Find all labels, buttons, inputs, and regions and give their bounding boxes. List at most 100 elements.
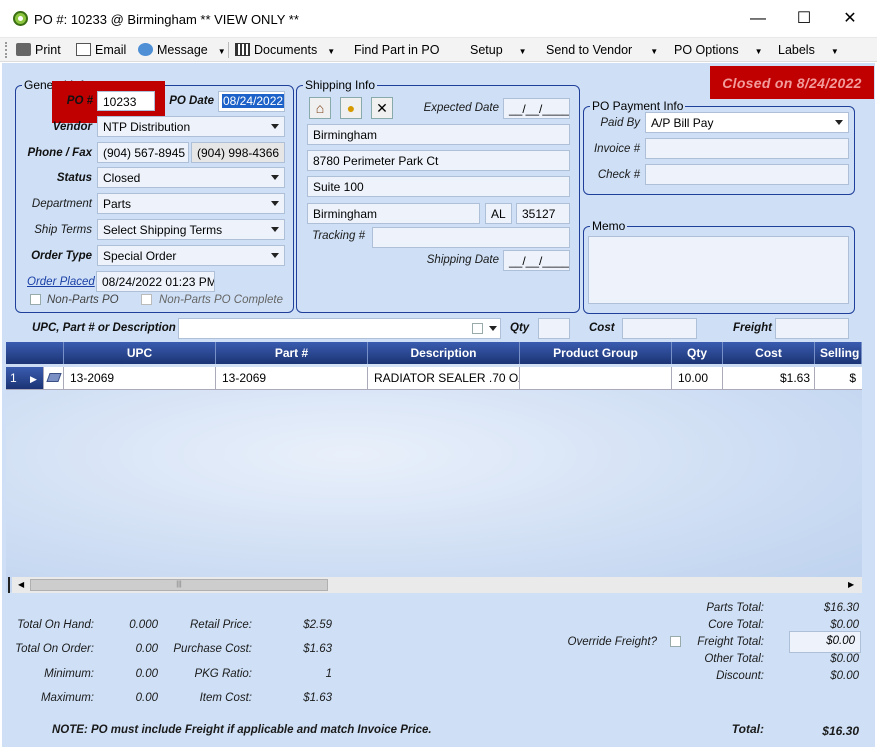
print-button[interactable]: Print [16, 43, 61, 57]
shipping-date-label: Shipping Date [426, 254, 499, 266]
freight-label: Freight [733, 322, 772, 334]
clear-address-button[interactable]: ✕ [371, 97, 393, 119]
upc-search-input[interactable] [178, 318, 501, 339]
department-select[interactable]: Parts [97, 193, 285, 214]
qty-input[interactable] [538, 318, 570, 339]
non-parts-po-checkbox[interactable] [30, 294, 41, 305]
memo-legend: Memo [592, 219, 626, 233]
cost-input[interactable] [622, 318, 697, 339]
expected-date-field[interactable]: __/__/____ [503, 98, 570, 119]
column-header-part[interactable]: Part # [216, 342, 368, 364]
house-icon: ⌂ [315, 100, 325, 116]
cell-upc[interactable]: 13-2069 [64, 367, 216, 390]
toolbar-separator [228, 42, 229, 58]
ship-name-field[interactable]: Birmingham [307, 124, 570, 145]
po-number-label: PO # [66, 95, 93, 107]
ship-city-field[interactable]: Birmingham [307, 203, 480, 224]
row-item-icon[interactable] [44, 367, 64, 390]
maximum-label: Maximum: [40, 692, 94, 704]
total-label: Total: [731, 722, 764, 736]
status-select[interactable]: Closed [97, 167, 285, 188]
documents-button[interactable]: Documents ▼ [235, 43, 335, 57]
row-indicator[interactable]: 1 ▶ [6, 367, 44, 390]
shipping-info-legend: Shipping Info [305, 78, 376, 92]
grid-row-selector-header [6, 342, 64, 364]
status-label: Status [56, 172, 92, 184]
ship-address1-field[interactable]: 8780 Perimeter Park Ct [307, 150, 570, 171]
scrollbar-thumb[interactable]: ||| [30, 579, 328, 591]
order-type-select[interactable]: Special Order [97, 245, 285, 266]
cell-qty[interactable]: 10.00 [672, 367, 723, 390]
retail-price-value: $2.59 [303, 619, 332, 631]
memo-textarea[interactable] [588, 236, 849, 304]
order-placed-field[interactable]: 08/24/2022 01:23 PM [96, 271, 215, 292]
phone-field[interactable]: (904) 567-8945 [97, 142, 189, 163]
column-header-description[interactable]: Description [368, 342, 520, 364]
close-button[interactable]: ✕ [838, 8, 862, 30]
order-placed-link[interactable]: Order Placed [27, 276, 95, 288]
scroll-left-icon[interactable]: ◀ [18, 580, 24, 589]
non-parts-po-complete-checkbox[interactable] [141, 294, 152, 305]
po-options-menu[interactable]: PO Options ▼ [674, 43, 763, 57]
po-number-field[interactable]: 10233 [97, 91, 155, 111]
column-header-qty[interactable]: Qty [672, 342, 723, 364]
person-icon: ● [346, 100, 356, 116]
closed-status-banner: Closed on 8/24/2022 [710, 66, 874, 99]
item-cost-label: Item Cost: [199, 692, 252, 704]
vendor-select[interactable]: NTP Distribution [97, 116, 285, 137]
ship-state-field[interactable]: AL [485, 203, 512, 224]
scroll-right-icon[interactable]: ▶ [848, 580, 854, 589]
contact-address-button[interactable]: ● [340, 97, 362, 119]
override-freight-label: Override Freight? [567, 636, 657, 648]
order-type-label: Order Type [31, 250, 92, 262]
paid-by-select[interactable]: A/P Bill Pay [645, 112, 849, 133]
column-header-cost[interactable]: Cost [723, 342, 815, 364]
shipping-date-field[interactable]: __/__/____ [503, 250, 570, 271]
labels-menu[interactable]: Labels ▼ [778, 43, 839, 57]
send-to-vendor-menu[interactable]: Send to Vendor ▼ [546, 43, 658, 57]
maximize-button[interactable]: ☐ [792, 8, 816, 30]
department-label: Department [31, 198, 92, 210]
tracking-field[interactable] [372, 227, 570, 248]
cell-selling-price[interactable]: $ [815, 367, 862, 390]
parts-total-label: Parts Total: [706, 602, 764, 614]
po-payment-info-legend: PO Payment Info [592, 99, 684, 113]
line-items-grid: UPC Part # Description Product Group Qty… [6, 342, 862, 592]
column-header-product-group[interactable]: Product Group [520, 342, 672, 364]
check-field[interactable] [645, 164, 849, 185]
documents-icon [235, 43, 250, 56]
cost-label: Cost [589, 322, 615, 334]
invoice-field[interactable] [645, 138, 849, 159]
find-part-button[interactable]: Find Part in PO [354, 43, 439, 57]
ship-address2-field[interactable]: Suite 100 [307, 176, 570, 197]
freight-total-field[interactable]: $0.00 [789, 631, 861, 653]
ship-zip-field[interactable]: 35127 [516, 203, 570, 224]
cell-product-group[interactable] [520, 367, 672, 390]
search-option-checkbox[interactable] [472, 323, 483, 334]
freight-note: NOTE: PO must include Freight if applica… [52, 724, 432, 736]
po-date-field[interactable]: 08/24/2022 [218, 91, 285, 112]
column-header-selling-price[interactable]: Selling P [815, 342, 862, 364]
fax-field[interactable]: (904) 998-4366 [191, 142, 285, 163]
cell-part[interactable]: 13-2069 [216, 367, 368, 390]
freight-total-label: Freight Total: [697, 636, 764, 648]
scrollbar-splitter[interactable] [8, 577, 10, 593]
close-icon: ✕ [376, 100, 388, 116]
upc-search-label: UPC, Part # or Description [32, 322, 176, 334]
toolbar-grip[interactable] [5, 42, 7, 58]
cell-description[interactable]: RADIATOR SEALER .70 OZ. [368, 367, 520, 390]
email-button[interactable]: Email [76, 43, 126, 57]
tracking-label: Tracking # [312, 230, 365, 242]
home-address-button[interactable]: ⌂ [309, 97, 331, 119]
setup-menu[interactable]: Setup ▼ [470, 43, 527, 57]
minimize-button[interactable]: — [746, 8, 770, 30]
horizontal-scrollbar[interactable]: ◀ ||| ▶ [12, 577, 862, 593]
ship-terms-select[interactable]: Select Shipping Terms [97, 219, 285, 240]
freight-input[interactable] [775, 318, 849, 339]
message-button[interactable]: Message ▼ [138, 43, 226, 57]
cell-cost[interactable]: $1.63 [723, 367, 815, 390]
chevron-down-icon[interactable] [489, 326, 497, 331]
column-header-upc[interactable]: UPC [64, 342, 216, 364]
non-parts-po-complete-label: Non-Parts PO Complete [159, 294, 283, 306]
window-title: PO #: 10233 @ Birmingham ** VIEW ONLY ** [34, 12, 299, 27]
